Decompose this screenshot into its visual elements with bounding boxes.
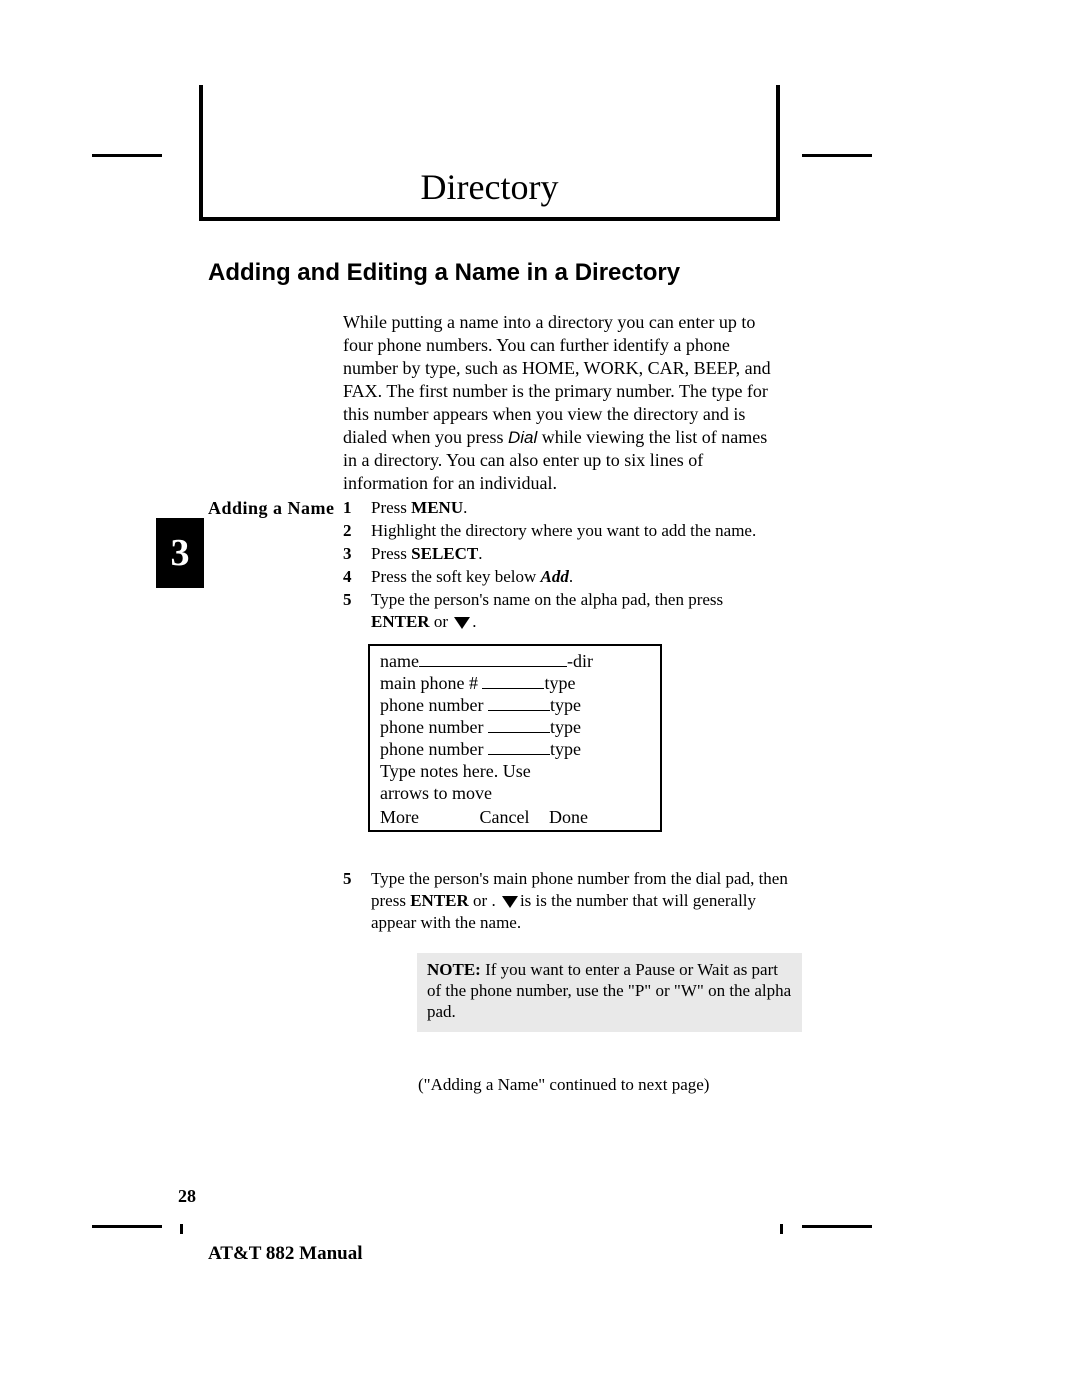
screen-line-mainphone: main phone # type xyxy=(380,672,650,694)
screen-field-mainphone: main phone # xyxy=(380,673,482,693)
down-arrow-icon xyxy=(502,896,518,908)
crop-rule-top-right xyxy=(802,154,872,157)
step-number: 2 xyxy=(343,520,357,542)
softkey-cancel: Cancel xyxy=(480,806,545,828)
step-text: Press SELECT. xyxy=(371,543,783,565)
step-text-pre: Type the person's name on the alpha pad,… xyxy=(371,590,723,609)
menu-key-label: MENU xyxy=(411,498,463,517)
procedure-steps-continued: 5 Type the person's main phone number fr… xyxy=(343,868,803,935)
step-number: 3 xyxy=(343,543,357,565)
enter-key-label: ENTER xyxy=(410,891,469,910)
step-5: 5 Type the person's name on the alpha pa… xyxy=(343,589,783,633)
step-text: Press the soft key below Add. xyxy=(371,566,783,588)
section-heading: Adding and Editing a Name in a Directory xyxy=(208,259,680,287)
step-number: 4 xyxy=(343,566,357,588)
enter-key-label: ENTER xyxy=(371,612,430,631)
screen-line-phone2: phone number type xyxy=(380,694,650,716)
step-text-pre: Press xyxy=(371,498,411,517)
dial-key-label: Dial xyxy=(508,428,537,447)
screen-line-phone4: phone number type xyxy=(380,738,650,760)
screen-line-notes2: arrows to move xyxy=(380,782,650,804)
screen-line-phone3: phone number type xyxy=(380,716,650,738)
screen-dir-suffix: -dir xyxy=(567,651,593,671)
step-text: Press MENU. xyxy=(371,497,783,519)
step-number: 5 xyxy=(343,589,357,633)
continuation-note: ("Adding a Name" continued to next page) xyxy=(418,1075,788,1095)
step-text-post: . xyxy=(463,498,467,517)
chapter-tab: 3 xyxy=(156,518,204,588)
screen-field-name: name xyxy=(380,651,419,671)
crop-tick-right xyxy=(780,1224,783,1234)
crop-tick-left xyxy=(180,1224,183,1234)
screen-type-label: type xyxy=(550,739,581,759)
screen-field-blank xyxy=(488,741,550,755)
note-label: NOTE: xyxy=(427,960,481,979)
screen-type-label: type xyxy=(544,673,575,693)
softkey-more: More xyxy=(380,806,475,828)
crop-rule-bottom-right xyxy=(802,1225,872,1228)
step-text-mid: or xyxy=(430,612,453,631)
step-text: Highlight the directory where you want t… xyxy=(371,520,783,542)
page-header-title: Directory xyxy=(199,166,780,208)
screen-softkeys: More Cancel Done xyxy=(380,806,650,828)
page-number: 28 xyxy=(178,1186,196,1207)
step-text-pre: Press xyxy=(371,544,411,563)
step-text-pre: Press the soft key below xyxy=(371,567,541,586)
screen-field-phone: phone number xyxy=(380,695,488,715)
screen-line-name: name -dir xyxy=(380,650,650,672)
step-text-post: . xyxy=(478,544,482,563)
footer-manual-title: AT&T 882 Manual xyxy=(208,1243,363,1265)
step-text-trailing: . xyxy=(472,612,476,631)
procedure-steps: 1 Press MENU. 2 Highlight the directory … xyxy=(343,497,783,634)
intro-paragraph: While putting a name into a directory yo… xyxy=(343,311,783,495)
step-text-mid: or . xyxy=(469,891,500,910)
screen-field-blank xyxy=(419,653,567,667)
crop-rule-top-left xyxy=(92,154,162,157)
step-4: 4 Press the soft key below Add. xyxy=(343,566,783,588)
screen-line-notes1: Type notes here. Use xyxy=(380,760,650,782)
screen-type-label: type xyxy=(550,717,581,737)
step-text-post: . xyxy=(569,567,573,586)
screen-field-blank xyxy=(488,697,550,711)
softkey-done: Done xyxy=(549,806,588,828)
screen-field-phone: phone number xyxy=(380,739,488,759)
note-callout: NOTE: If you want to enter a Pause or Wa… xyxy=(417,953,802,1032)
screen-field-phone: phone number xyxy=(380,717,488,737)
lcd-screen-illustration: name -dir main phone # type phone number … xyxy=(368,644,662,832)
screen-type-label: type xyxy=(550,695,581,715)
step-1: 1 Press MENU. xyxy=(343,497,783,519)
step-3: 3 Press SELECT. xyxy=(343,543,783,565)
step-2: 2 Highlight the directory where you want… xyxy=(343,520,783,542)
note-text: If you want to enter a Pause or Wait as … xyxy=(427,960,791,1021)
step-text: Type the person's main phone number from… xyxy=(371,868,803,934)
select-key-label: SELECT xyxy=(411,544,478,563)
manual-page: Directory Adding and Editing a Name in a… xyxy=(0,0,1080,1397)
header-title-box: Directory xyxy=(199,156,780,221)
step-text: Type the person's name on the alpha pad,… xyxy=(371,589,783,633)
step-number: 5 xyxy=(343,868,357,934)
add-softkey-label: Add xyxy=(541,567,569,586)
procedure-side-heading: Adding a Name xyxy=(208,498,335,519)
crop-rule-bottom-left xyxy=(92,1225,162,1228)
down-arrow-icon xyxy=(454,617,470,629)
screen-field-blank xyxy=(482,675,544,689)
step-number: 1 xyxy=(343,497,357,519)
step-5b: 5 Type the person's main phone number fr… xyxy=(343,868,803,934)
screen-field-blank xyxy=(488,719,550,733)
